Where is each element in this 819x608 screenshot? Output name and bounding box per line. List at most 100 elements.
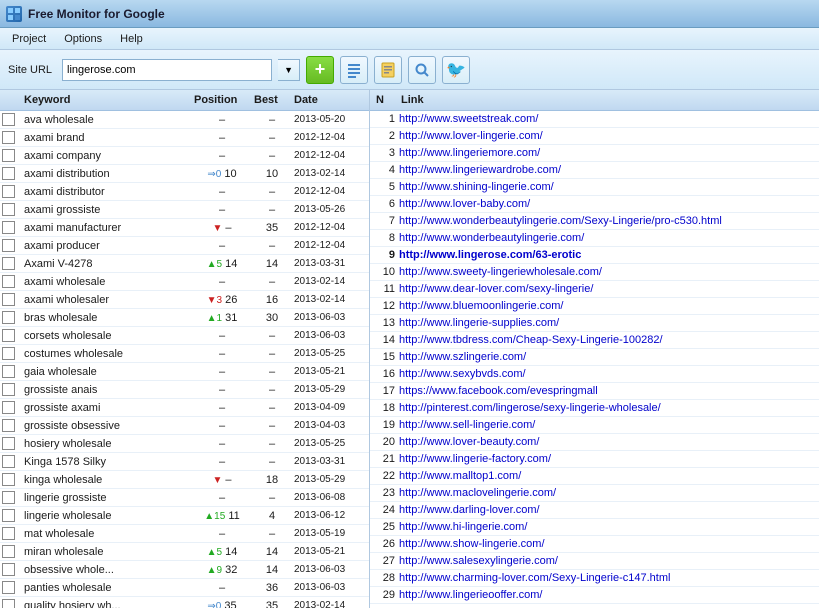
link-row[interactable]: 17https://www.facebook.com/evespringmall <box>370 383 819 400</box>
url-dropdown-arrow[interactable]: ▼ <box>278 59 300 81</box>
table-row[interactable]: axami producer––2012-12-04 <box>0 237 369 255</box>
keyword-checkbox[interactable] <box>2 149 15 162</box>
table-row[interactable]: axami wholesaler▼3 26162013-02-14 <box>0 291 369 309</box>
table-row[interactable]: axami manufacturer▼ –352012-12-04 <box>0 219 369 237</box>
keyword-checkbox[interactable] <box>2 383 15 396</box>
link-cell[interactable]: http://www.wonderbeautylingerie.com/ <box>399 232 815 244</box>
keyword-checkbox[interactable] <box>2 599 15 608</box>
table-row[interactable]: lingerie wholesale▲15 1142013-06-12 <box>0 507 369 525</box>
link-row[interactable]: 12http://www.bluemoonlingerie.com/ <box>370 298 819 315</box>
table-row[interactable]: kinga wholesale▼ –182013-05-29 <box>0 471 369 489</box>
link-cell[interactable]: http://www.sell-lingerie.com/ <box>399 419 815 431</box>
table-row[interactable]: axami company––2012-12-04 <box>0 147 369 165</box>
twitter-button[interactable]: 🐦 <box>442 56 470 84</box>
link-cell[interactable]: http://www.lingerie-factory.com/ <box>399 453 815 465</box>
add-button[interactable]: + <box>306 56 334 84</box>
link-cell[interactable]: http://www.bluemoonlingerie.com/ <box>399 300 815 312</box>
link-row[interactable]: 27http://www.salesexylingerie.com/ <box>370 553 819 570</box>
link-cell[interactable]: http://www.shining-lingerie.com/ <box>399 181 815 193</box>
keyword-checkbox[interactable] <box>2 455 15 468</box>
keyword-checkbox[interactable] <box>2 365 15 378</box>
keyword-checkbox[interactable] <box>2 401 15 414</box>
table-row[interactable]: panties wholesale–362013-06-03 <box>0 579 369 597</box>
link-row[interactable]: 8http://www.wonderbeautylingerie.com/ <box>370 230 819 247</box>
link-row[interactable]: 24http://www.darling-lover.com/ <box>370 502 819 519</box>
link-row[interactable]: 1http://www.sweetstreak.com/ <box>370 111 819 128</box>
link-cell[interactable]: http://www.lingerie-supplies.com/ <box>399 317 815 329</box>
table-row[interactable]: costumes wholesale––2013-05-25 <box>0 345 369 363</box>
link-cell[interactable]: http://www.lingerieooffer.com/ <box>399 589 815 601</box>
link-row[interactable]: 21http://www.lingerie-factory.com/ <box>370 451 819 468</box>
table-row[interactable]: axami brand––2012-12-04 <box>0 129 369 147</box>
link-row[interactable]: 2http://www.lover-lingerie.com/ <box>370 128 819 145</box>
keyword-checkbox[interactable] <box>2 239 15 252</box>
table-row[interactable]: quality hosiery wh...⇒0 35352013-02-14 <box>0 597 369 608</box>
link-row[interactable]: 3http://www.lingeriemore.com/ <box>370 145 819 162</box>
search-button[interactable] <box>408 56 436 84</box>
link-cell[interactable]: http://www.lingerose.com/63-erotic <box>399 249 815 261</box>
keyword-checkbox[interactable] <box>2 293 15 306</box>
link-cell[interactable]: http://www.salesexylingerie.com/ <box>399 555 815 567</box>
note-button[interactable] <box>374 56 402 84</box>
keyword-checkbox[interactable] <box>2 203 15 216</box>
site-url-input[interactable] <box>62 59 272 81</box>
link-cell[interactable]: http://www.szlingerie.com/ <box>399 351 815 363</box>
table-row[interactable]: Kinga 1578 Silky––2013-03-31 <box>0 453 369 471</box>
link-row[interactable]: 6http://www.lover-baby.com/ <box>370 196 819 213</box>
link-cell[interactable]: http://www.charming-lover.com/Sexy-Linge… <box>399 572 815 584</box>
table-row[interactable]: Axami V-4278▲5 14142013-03-31 <box>0 255 369 273</box>
table-row[interactable]: axami distribution⇒0 10102013-02-14 <box>0 165 369 183</box>
keyword-checkbox[interactable] <box>2 131 15 144</box>
table-row[interactable]: grossiste anais––2013-05-29 <box>0 381 369 399</box>
link-row[interactable]: 9http://www.lingerose.com/63-erotic <box>370 247 819 264</box>
link-row[interactable]: 20http://www.lover-beauty.com/ <box>370 434 819 451</box>
keyword-checkbox[interactable] <box>2 545 15 558</box>
keyword-checkbox[interactable] <box>2 167 15 180</box>
keyword-checkbox[interactable] <box>2 563 15 576</box>
menu-project[interactable]: Project <box>4 31 54 47</box>
keyword-checkbox[interactable] <box>2 311 15 324</box>
keyword-checkbox[interactable] <box>2 347 15 360</box>
table-row[interactable]: grossiste obsessive––2013-04-03 <box>0 417 369 435</box>
link-row[interactable]: 10http://www.sweety-lingeriewholesale.co… <box>370 264 819 281</box>
link-cell[interactable]: http://www.lover-beauty.com/ <box>399 436 815 448</box>
link-row[interactable]: 28http://www.charming-lover.com/Sexy-Lin… <box>370 570 819 587</box>
keyword-checkbox[interactable] <box>2 509 15 522</box>
table-row[interactable]: corsets wholesale––2013-06-03 <box>0 327 369 345</box>
link-cell[interactable]: http://www.dear-lover.com/sexy-lingerie/ <box>399 283 815 295</box>
link-row[interactable]: 16http://www.sexybvds.com/ <box>370 366 819 383</box>
table-row[interactable]: axami distributor––2012-12-04 <box>0 183 369 201</box>
link-row[interactable]: 13http://www.lingerie-supplies.com/ <box>370 315 819 332</box>
table-row[interactable]: gaia wholesale––2013-05-21 <box>0 363 369 381</box>
table-row[interactable]: bras wholesale▲1 31302013-06-03 <box>0 309 369 327</box>
link-row[interactable]: 23http://www.maclovelingerie.com/ <box>370 485 819 502</box>
menu-options[interactable]: Options <box>56 31 110 47</box>
link-cell[interactable]: http://www.show-lingerie.com/ <box>399 538 815 550</box>
link-cell[interactable]: http://www.tbdress.com/Cheap-Sexy-Linger… <box>399 334 815 346</box>
link-cell[interactable]: http://www.lover-baby.com/ <box>399 198 815 210</box>
keyword-checkbox[interactable] <box>2 437 15 450</box>
link-row[interactable]: 4http://www.lingeriewardrobe.com/ <box>370 162 819 179</box>
link-cell[interactable]: https://www.facebook.com/evespringmall <box>399 385 815 397</box>
link-cell[interactable]: http://www.darling-lover.com/ <box>399 504 815 516</box>
link-cell[interactable]: http://www.lingeriewardrobe.com/ <box>399 164 815 176</box>
keyword-checkbox[interactable] <box>2 491 15 504</box>
table-row[interactable]: axami grossiste––2013-05-26 <box>0 201 369 219</box>
link-row[interactable]: 22http://www.malltop1.com/ <box>370 468 819 485</box>
link-cell[interactable]: http://www.maclovelingerie.com/ <box>399 487 815 499</box>
link-cell[interactable]: http://pinterest.com/lingerose/sexy-ling… <box>399 402 815 414</box>
keyword-checkbox[interactable] <box>2 185 15 198</box>
keyword-checkbox[interactable] <box>2 473 15 486</box>
link-cell[interactable]: http://www.sweety-lingeriewholesale.com/ <box>399 266 815 278</box>
table-row[interactable]: hosiery wholesale––2013-05-25 <box>0 435 369 453</box>
link-cell[interactable]: http://www.sexybvds.com/ <box>399 368 815 380</box>
keyword-checkbox[interactable] <box>2 527 15 540</box>
table-row[interactable]: obsessive whole...▲9 32142013-06-03 <box>0 561 369 579</box>
link-cell[interactable]: http://www.sweetstreak.com/ <box>399 113 815 125</box>
link-row[interactable]: 25http://www.hi-lingerie.com/ <box>370 519 819 536</box>
table-row[interactable]: grossiste axami––2013-04-09 <box>0 399 369 417</box>
link-cell[interactable]: http://www.malltop1.com/ <box>399 470 815 482</box>
link-row[interactable]: 26http://www.show-lingerie.com/ <box>370 536 819 553</box>
keyword-checkbox[interactable] <box>2 329 15 342</box>
menu-help[interactable]: Help <box>112 31 151 47</box>
